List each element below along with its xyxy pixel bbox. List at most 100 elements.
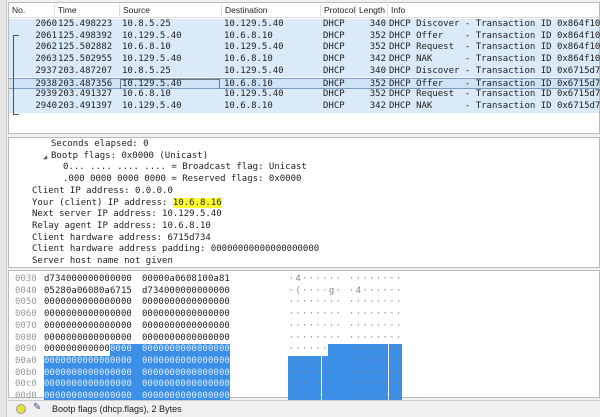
hex-byte[interactable]: 08: [186, 274, 197, 286]
detail-line[interactable]: Next server IP address: 10.129.5.40: [32, 209, 222, 221]
ascii-char[interactable]: ·: [314, 367, 322, 380]
ascii-char[interactable]: ·: [355, 344, 362, 356]
hex-byte[interactable]: 00: [110, 321, 121, 333]
detail-line[interactable]: Bootp flags: 0x0000 (Unicast): [51, 151, 208, 163]
hex-byte[interactable]: 00: [153, 367, 164, 380]
yellow-led-icon[interactable]: [16, 404, 26, 414]
packet-row[interactable]: 2063 125.502955 10.129.5.40 10.6.8.10 DHCP 34…: [9, 54, 600, 66]
ascii-char[interactable]: ·: [321, 379, 329, 391]
ascii-char[interactable]: ·: [334, 379, 349, 391]
ascii-char[interactable]: ·: [381, 379, 389, 391]
hex-byte[interactable]: 00: [153, 355, 164, 368]
ascii-char[interactable]: ·: [322, 297, 329, 309]
ascii-char[interactable]: ·: [301, 321, 308, 333]
hex-byte[interactable]: 00: [99, 333, 110, 345]
ascii-char[interactable]: ·: [395, 274, 402, 286]
hex-byte[interactable]: 00: [110, 367, 121, 380]
hex-byte[interactable]: 00: [55, 367, 66, 380]
ascii-char[interactable]: (: [295, 286, 302, 298]
ascii-char[interactable]: ·: [308, 297, 315, 309]
ascii-char[interactable]: ·: [355, 379, 362, 391]
ascii-char[interactable]: ·: [335, 309, 342, 321]
ascii-char[interactable]: ·: [375, 274, 382, 286]
ascii-char[interactable]: ·: [348, 379, 355, 391]
hex-byte[interactable]: 00: [164, 309, 175, 321]
packet-row[interactable]: 2062 125.502882 10.6.8.10 10.129.5.40 DHCP 35…: [9, 42, 600, 55]
ascii-char[interactable]: ·: [315, 321, 322, 333]
hex-byte[interactable]: 00: [175, 333, 186, 345]
hex-byte[interactable]: d7: [44, 274, 55, 286]
hex-byte[interactable]: 00: [208, 379, 219, 391]
ascii-char[interactable]: ·: [288, 367, 295, 380]
ascii-char[interactable]: ·: [368, 309, 375, 321]
ascii-char[interactable]: ·: [388, 367, 396, 380]
ascii-char[interactable]: ·: [322, 309, 329, 321]
hex-byte[interactable]: 00: [186, 367, 197, 380]
hex-byte[interactable]: 00: [175, 321, 186, 333]
hex-byte[interactable]: 00: [44, 309, 55, 321]
hex-byte[interactable]: 00: [175, 344, 186, 356]
ascii-char[interactable]: ·: [348, 286, 355, 298]
hex-byte[interactable]: 10: [197, 274, 208, 286]
hex-byte[interactable]: 00: [55, 297, 66, 309]
hex-byte[interactable]: 00: [66, 344, 77, 356]
hex-byte[interactable]: 00: [219, 297, 230, 309]
hex-byte[interactable]: 00: [219, 355, 230, 368]
hex-byte[interactable]: 00: [66, 379, 77, 391]
detail-line[interactable]: Your (client) IP address: 10.6.8.16: [32, 197, 222, 210]
edit-comment-icon[interactable]: ✎: [33, 402, 41, 413]
ascii-char[interactable]: ·: [395, 344, 402, 356]
hex-byte[interactable]: 00: [197, 297, 208, 309]
hex-byte[interactable]: 00: [208, 355, 219, 368]
ascii-char[interactable]: ·: [355, 333, 362, 345]
expand-triangle-icon[interactable]: ◢: [43, 153, 47, 161]
hex-byte[interactable]: 00: [153, 274, 164, 286]
ascii-char[interactable]: ·: [395, 367, 402, 380]
hex-byte[interactable]: 00: [121, 355, 142, 368]
ascii-char[interactable]: ·: [368, 344, 376, 356]
ascii-char[interactable]: ·: [368, 379, 376, 391]
ascii-char[interactable]: ·: [348, 297, 355, 309]
packet-details[interactable]: Seconds elapsed: 0 Bootp flags: 0x0000 (U…: [8, 137, 600, 268]
hex-byte[interactable]: 00: [197, 367, 208, 380]
ascii-char[interactable]: ·: [301, 379, 309, 391]
ascii-char[interactable]: ·: [348, 355, 355, 368]
hex-byte[interactable]: 00: [88, 367, 99, 380]
hex-byte[interactable]: 00: [197, 333, 208, 345]
hex-byte[interactable]: 00: [110, 355, 121, 368]
hex-byte[interactable]: 00: [175, 286, 186, 298]
ascii-char[interactable]: ·: [361, 379, 369, 391]
ascii-char[interactable]: ·: [301, 367, 309, 380]
ascii-char[interactable]: ·: [395, 333, 402, 345]
ascii-char[interactable]: ·: [355, 367, 362, 380]
ascii-char[interactable]: ·: [375, 321, 382, 333]
hex-byte[interactable]: 00: [153, 297, 164, 309]
ascii-char[interactable]: ·: [382, 333, 389, 345]
ascii-char[interactable]: ·: [288, 274, 295, 286]
hex-byte[interactable]: 00: [110, 333, 121, 345]
hex-byte[interactable]: 00: [44, 355, 55, 368]
ascii-char[interactable]: ·: [301, 355, 309, 368]
ascii-char[interactable]: ·: [308, 274, 315, 286]
ascii-char[interactable]: ·: [389, 297, 396, 309]
hex-byte[interactable]: 00: [197, 344, 208, 356]
hex-byte[interactable]: 00: [175, 297, 186, 309]
ascii-char[interactable]: ·: [288, 321, 295, 333]
hex-byte[interactable]: 00: [153, 333, 164, 345]
ascii-char[interactable]: 4: [295, 274, 302, 286]
ascii-char[interactable]: ·: [314, 379, 322, 391]
ascii-char[interactable]: ·: [288, 309, 295, 321]
hex-byte[interactable]: 00: [110, 297, 121, 309]
hex-byte[interactable]: 00: [88, 379, 99, 391]
ascii-char[interactable]: ·: [361, 367, 369, 380]
col-destination[interactable]: Destination: [221, 4, 268, 16]
ascii-char[interactable]: ·: [288, 344, 295, 356]
ascii-char[interactable]: ·: [362, 321, 369, 333]
ascii-char[interactable]: ·: [348, 309, 355, 321]
ascii-char[interactable]: ·: [361, 355, 369, 368]
hex-byte[interactable]: 67: [110, 286, 121, 298]
ascii-char[interactable]: ·: [301, 344, 308, 356]
ascii-char[interactable]: ·: [334, 355, 349, 368]
hex-byte[interactable]: 00: [164, 333, 175, 345]
ascii-char[interactable]: ·: [395, 286, 402, 298]
